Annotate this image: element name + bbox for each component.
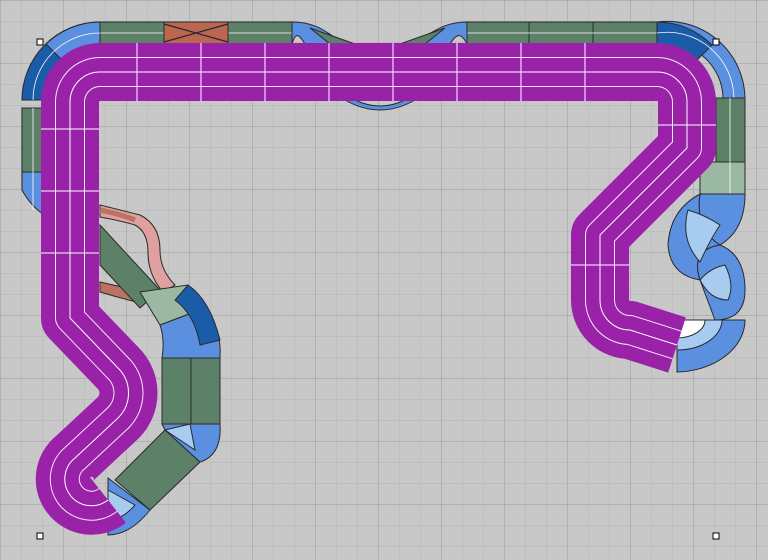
selection-handle-top-right[interactable] <box>712 38 720 46</box>
selection-handle-bottom-left[interactable] <box>36 532 44 540</box>
selection-handle-top-left[interactable] <box>36 38 44 46</box>
selection-handle-bottom-right[interactable] <box>712 532 720 540</box>
crossover-piece[interactable] <box>163 21 229 45</box>
track-layout-canvas[interactable] <box>0 0 768 560</box>
